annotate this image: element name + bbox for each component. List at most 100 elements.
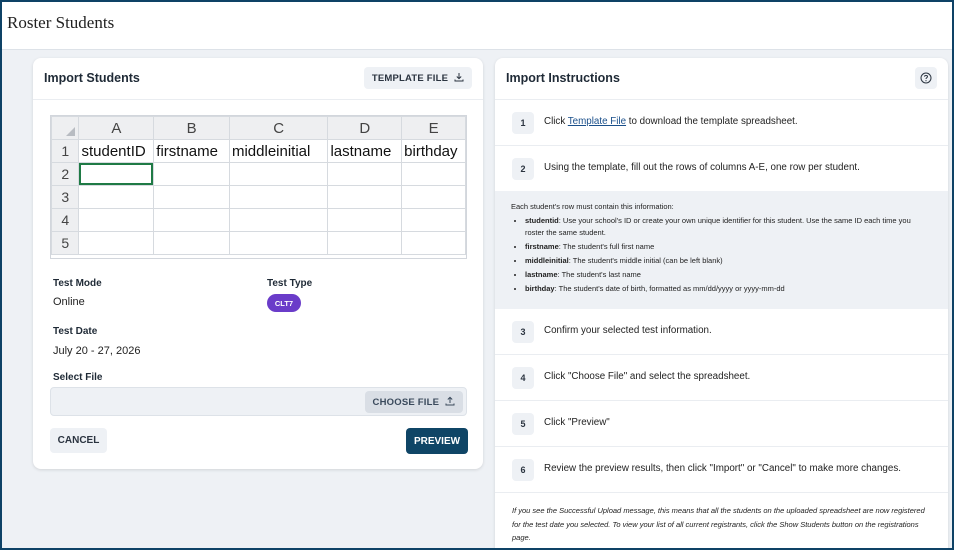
sheet-cell — [327, 162, 403, 186]
sheet-cell — [401, 208, 466, 232]
sheet-cell — [153, 231, 230, 255]
sheet-cell: studentID — [78, 139, 155, 163]
sheet-cell — [327, 231, 403, 255]
required-fields-info: Each student's row must contain this inf… — [495, 191, 948, 309]
sheet-col-header: C — [228, 116, 329, 140]
preview-button[interactable]: PREVIEW — [406, 428, 468, 454]
field-desc: : Use your school's ID or create your ow… — [525, 216, 911, 237]
list-item: middleinitial: The student's middle init… — [525, 255, 932, 267]
test-date-label: Test Date — [53, 326, 98, 337]
page-title: Roster Students — [7, 13, 115, 32]
required-fields-list: studentid: Use your school's ID or creat… — [511, 215, 932, 295]
import-students-card: Import Students TEMPLATE FILE A B C D E — [33, 58, 483, 469]
choose-file-label: CHOOSE FILE — [372, 397, 440, 408]
step-number: 5 — [512, 413, 534, 435]
field-key: middleinitial — [525, 256, 569, 265]
download-icon — [454, 73, 464, 82]
field-desc: : The student's last name — [557, 270, 641, 279]
sheet-row-header: 3 — [51, 185, 80, 209]
field-desc: : The student's date of birth, formatted… — [554, 284, 785, 293]
upload-icon — [445, 396, 455, 406]
step-text: Click "Choose File" and select the sprea… — [544, 371, 751, 382]
step-number: 1 — [512, 112, 534, 134]
sheet-row-header: 5 — [51, 231, 80, 255]
sheet-col-header: A — [78, 116, 155, 140]
field-key: lastname — [525, 270, 558, 279]
sheet-cell — [228, 231, 329, 255]
sheet-cell — [327, 208, 403, 232]
upload-footnote: If you see the Successful Upload message… — [512, 506, 925, 542]
sheet-cell — [78, 185, 155, 209]
field-key: firstname — [525, 242, 559, 251]
step-text: Click "Preview" — [544, 417, 610, 428]
import-students-title: Import Students — [44, 71, 140, 85]
template-file-link[interactable]: Template File — [568, 116, 626, 127]
instruction-step: 1 Click Template File to download the te… — [495, 100, 948, 146]
list-item: studentid: Use your school's ID or creat… — [525, 215, 932, 239]
sheet-cell — [153, 162, 230, 186]
step-number: 3 — [512, 321, 534, 343]
instruction-step: 5 Click "Preview" — [495, 401, 948, 447]
sheet-corner — [51, 116, 80, 140]
choose-file-button[interactable]: CHOOSE FILE — [364, 391, 463, 413]
test-date-value: July 20 - 27, 2026 — [53, 345, 141, 357]
sheet-row-header: 4 — [51, 208, 80, 232]
test-mode-label: Test Mode — [53, 278, 102, 289]
sheet-cell — [401, 231, 466, 255]
sheet-cell — [327, 185, 403, 209]
field-key: studentid — [525, 216, 559, 225]
field-key: birthday — [525, 284, 555, 293]
help-button[interactable] — [915, 67, 937, 89]
help-icon — [920, 72, 932, 84]
sheet-col-header: E — [401, 116, 466, 140]
top-bar: Roster Students — [2, 2, 952, 50]
import-students-header: Import Students TEMPLATE FILE — [33, 58, 483, 100]
cancel-button[interactable]: CANCEL — [50, 428, 107, 453]
app-frame: Roster Students Import Students TEMPLATE… — [2, 2, 952, 548]
sheet-cell: lastname — [327, 139, 403, 163]
step-number: 6 — [512, 459, 534, 481]
step-text: Using the template, fill out the rows of… — [544, 162, 860, 173]
step-text-pre: Click — [544, 116, 568, 127]
test-type-badge: CLT7 — [267, 294, 301, 312]
sheet-cell — [153, 208, 230, 232]
sheet-cell: firstname — [153, 139, 230, 163]
file-input[interactable]: CHOOSE FILE — [50, 387, 467, 416]
import-instructions-header: Import Instructions — [495, 58, 948, 100]
sheet-cell — [228, 208, 329, 232]
test-mode-value: Online — [53, 296, 85, 308]
import-instructions-title: Import Instructions — [506, 71, 620, 85]
sheet-cell — [401, 162, 466, 186]
import-instructions-card: Import Instructions 1 Click Template Fil… — [495, 58, 948, 548]
sheet-cell — [78, 231, 155, 255]
sheet-cell: birthday — [401, 139, 466, 163]
sheet-cell: middleinitial — [228, 139, 329, 163]
sheet-col-header: B — [153, 116, 230, 140]
instruction-step: 6 Review the preview results, then click… — [495, 447, 948, 493]
instruction-step: 3 Confirm your selected test information… — [495, 309, 948, 355]
list-item: firstname: The student's full first name — [525, 241, 932, 253]
step-number: 4 — [512, 367, 534, 389]
sheet-row-header: 1 — [51, 139, 80, 163]
sheet-cell — [228, 162, 329, 186]
list-item: lastname: The student's last name — [525, 269, 932, 281]
sheet-row-header: 2 — [51, 162, 80, 186]
template-file-button[interactable]: TEMPLATE FILE — [363, 67, 472, 89]
step-text: Confirm your selected test information. — [544, 325, 712, 336]
step-text-post: to download the template spreadsheet. — [626, 116, 798, 127]
sheet-cell — [228, 185, 329, 209]
field-desc: : The student's middle initial (can be l… — [568, 256, 723, 265]
sheet-cell — [78, 208, 155, 232]
field-desc: : The student's full first name — [558, 242, 655, 251]
step-number: 2 — [512, 158, 534, 180]
test-type-label: Test Type — [267, 278, 313, 289]
step-text: Click Template File to download the temp… — [544, 116, 798, 127]
select-file-label: Select File — [53, 372, 103, 383]
template-file-label: TEMPLATE FILE — [371, 73, 449, 84]
sheet-cell — [153, 185, 230, 209]
instruction-step: 2 Using the template, fill out the rows … — [495, 146, 948, 192]
step-text: Review the preview results, then click "… — [544, 463, 901, 474]
sheet-cell — [401, 185, 466, 209]
sheet-cell-selected — [78, 162, 155, 186]
info-intro: Each student's row must contain this inf… — [511, 202, 674, 211]
